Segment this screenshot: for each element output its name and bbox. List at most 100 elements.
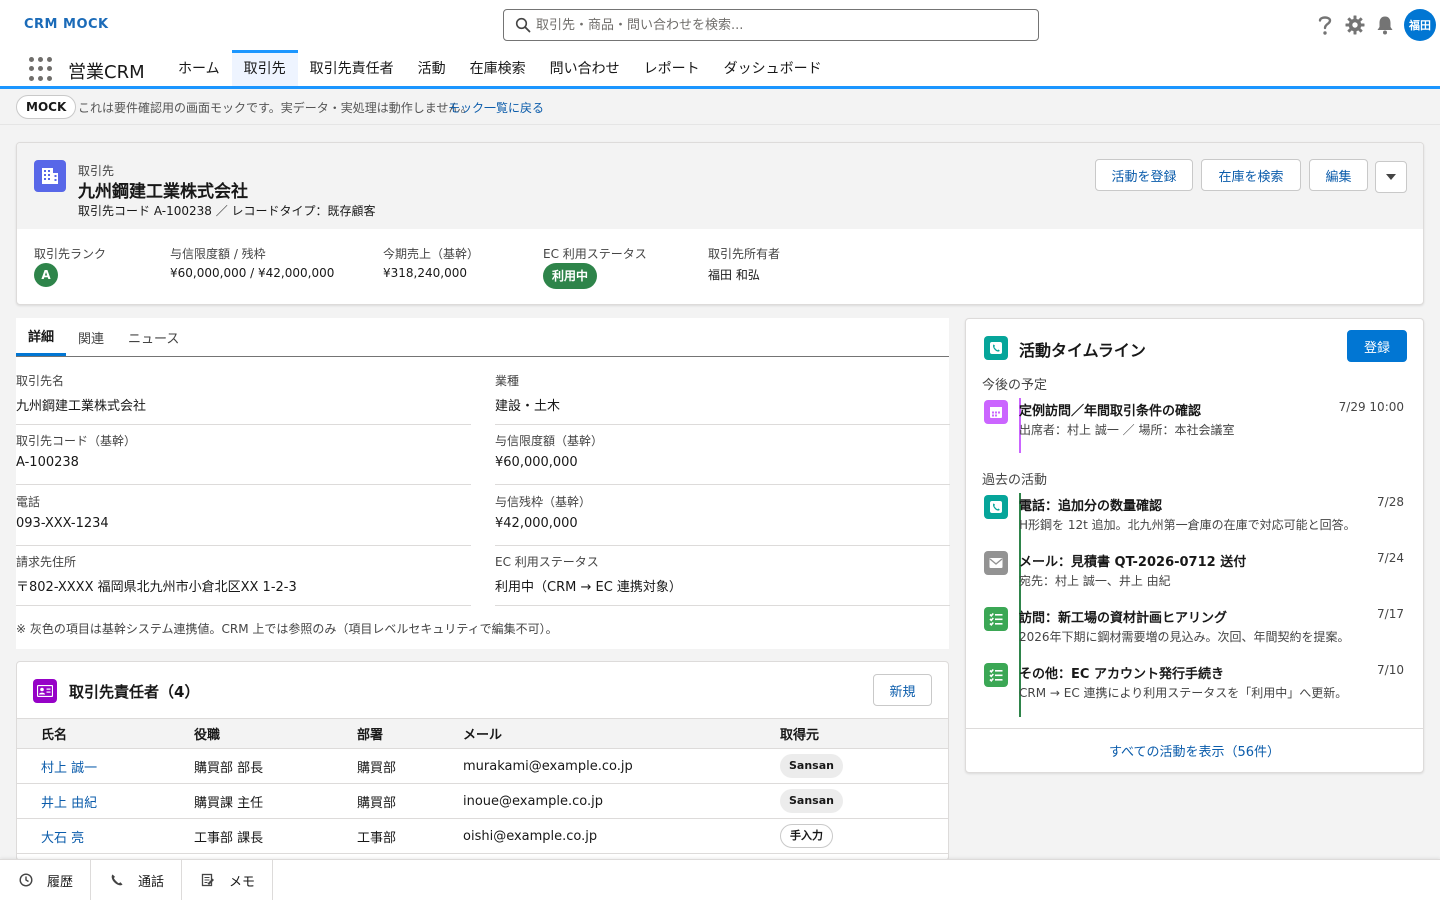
tab-news[interactable]: ニュース <box>116 318 191 356</box>
field-value: 九州鋼建工業株式会社 <box>16 399 147 414</box>
field-account-name: 取引先名 九州鋼建工業株式会社 <box>16 370 471 425</box>
utility-notes[interactable]: メモ <box>182 860 274 900</box>
column-header[interactable]: 役職 <box>170 718 333 749</box>
table-row: 村上 誠一 購買部 部長 購買部 murakami@example.co.jp … <box>17 748 948 784</box>
utility-history[interactable]: 履歴 <box>0 860 92 900</box>
app-name: 営業CRM <box>68 62 145 83</box>
contact-name-link[interactable]: 大石 亮 <box>41 831 84 846</box>
nav-tab-inventory-search[interactable]: 在庫検索 <box>458 50 538 86</box>
detail-tabs: 詳細 関連 ニュース <box>16 318 949 357</box>
source-badge: Sansan <box>780 754 843 778</box>
new-contact-button[interactable]: 新規 <box>873 674 932 706</box>
field-account-code: 取引先コード（基幹） A-100238 <box>16 430 471 485</box>
timeline-footer: すべての活動を表示（56件） <box>966 728 1423 772</box>
timeline-item[interactable]: 訪問：新工場の資材計画ヒアリング 7/17 2026年下期に鋼材需要増の見込み。… <box>982 607 1408 647</box>
nav-tab-contacts[interactable]: 取引先責任者 <box>298 50 406 86</box>
phone-icon <box>984 495 1008 519</box>
account-icon <box>34 160 66 192</box>
column-header[interactable]: 取得元 <box>756 718 948 749</box>
mock-badge: MOCK <box>16 95 77 119</box>
nav-tab-accounts[interactable]: 取引先 <box>231 50 298 86</box>
contact-title: 工事部 課長 <box>170 818 333 854</box>
avatar[interactable]: 福田 <box>1404 9 1436 41</box>
column-header[interactable]: 氏名 <box>17 718 170 749</box>
contact-name-link[interactable]: 村上 誠一 <box>41 761 97 776</box>
note-icon <box>201 873 215 887</box>
nav-tab-dashboards[interactable]: ダッシュボード <box>712 50 834 86</box>
nav-tab-home[interactable]: ホーム <box>166 50 232 86</box>
view-all-activities-link[interactable]: すべての活動を表示（56件） <box>1109 741 1280 760</box>
bell-icon[interactable] <box>1374 13 1396 37</box>
contacts-title: 取引先責任者（4） <box>69 683 200 701</box>
highlight-value: ¥60,000,000 / ¥42,000,000 <box>170 266 335 280</box>
contact-dept: 工事部 <box>333 818 439 854</box>
contact-card-icon <box>33 679 57 703</box>
global-search[interactable] <box>503 9 1039 41</box>
search-inventory-button[interactable]: 在庫を検索 <box>1201 159 1301 191</box>
timeline-item-title: 電話：追加分の数量確認 <box>1019 499 1163 514</box>
utility-label: メモ <box>229 874 256 890</box>
table-row: 井上 由紀 購買課 主任 購買部 inoue@example.co.jp San… <box>17 783 948 819</box>
more-actions-button[interactable] <box>1375 161 1407 193</box>
back-to-mock-list-link[interactable]: モック一覧に戻る <box>448 99 544 116</box>
highlight-value: ¥318,240,000 <box>383 266 467 280</box>
field-label: 取引先名 <box>16 374 65 388</box>
record-header: 取引先 九州鋼建工業株式会社 取引先コード A-100238 ／ レコードタイプ… <box>16 142 1424 305</box>
contact-email: oishi@example.co.jp <box>439 818 756 854</box>
timeline-item-desc: 出席者：村上 誠一 ／ 場所：本社会議室 <box>1019 423 1235 437</box>
brand-logo[interactable]: CRM MOCK <box>24 17 109 32</box>
upcoming-section-label: 今後の予定 <box>982 378 1048 393</box>
timeline-title: 活動タイムライン <box>1019 341 1146 360</box>
utility-label: 通話 <box>138 874 165 890</box>
email-icon <box>984 551 1008 575</box>
field-value: 利用中（CRM → EC 連携対象） <box>495 580 682 595</box>
field-label: 電話 <box>16 495 41 509</box>
column-header[interactable]: 部署 <box>333 718 439 749</box>
column-header[interactable]: メール <box>439 718 756 749</box>
utility-bar: 履歴 通話 メモ <box>0 859 1440 900</box>
app-launcher-icon[interactable] <box>29 57 53 81</box>
edit-button[interactable]: 編集 <box>1309 159 1368 191</box>
record-subtitle: 取引先コード A-100238 ／ レコードタイプ：既存顧客 <box>78 204 376 218</box>
clock-icon <box>19 873 33 887</box>
timeline-item[interactable]: その他：EC アカウント発行手続き 7/10 CRM → EC 連携により利用ス… <box>982 663 1408 703</box>
timeline-item-date: 7/29 10:00 <box>1338 400 1404 414</box>
detail-note: ※ 灰色の項目は基幹システム連携値。CRM 上では参照のみ（項目レベルセキュリテ… <box>16 622 558 636</box>
help-icon[interactable] <box>1314 13 1336 37</box>
nav-tab-reports[interactable]: レポート <box>632 50 712 86</box>
mock-banner-text: これは要件確認用の画面モックです。実データ・実処理は動作しません。 <box>78 101 473 115</box>
timeline-item-title: その他：EC アカウント発行手続き <box>1019 667 1224 682</box>
field-credit-remaining: 与信残枠（基幹） ¥42,000,000 <box>495 491 950 546</box>
field-label: EC 利用ステータス <box>495 555 599 569</box>
field-label: 業種 <box>495 374 520 388</box>
timeline-item[interactable]: 定例訪問／年間取引条件の確認 7/29 10:00 出席者：村上 誠一 ／ 場所… <box>982 400 1408 440</box>
activity-timeline: 活動タイムライン 登録 今後の予定 定例訪問／年間取引条件の確認 7/29 10… <box>965 318 1424 773</box>
contacts-related-list: 取引先責任者（4） 新規 氏名 役職 部署 メール 取得元 村上 誠一 購買部 … <box>16 661 949 861</box>
search-input[interactable] <box>536 10 1031 40</box>
tab-details[interactable]: 詳細 <box>16 318 67 356</box>
contact-dept: 購買部 <box>333 748 439 784</box>
app-navigation: 営業CRM ホーム 取引先 取引先責任者 活動 在庫検索 問い合わせ レポート … <box>0 50 1440 89</box>
field-value: ¥42,000,000 <box>495 516 578 531</box>
timeline-item-date: 7/10 <box>1377 663 1404 677</box>
nav-tab-inquiries[interactable]: 問い合わせ <box>538 50 632 86</box>
timeline-item[interactable]: 電話：追加分の数量確認 7/28 H形鋼を 12t 追加。北九州第一倉庫の在庫で… <box>982 495 1408 535</box>
calendar-icon <box>984 400 1008 424</box>
register-activity-button[interactable]: 登録 <box>1347 330 1407 362</box>
contact-name-link[interactable]: 井上 由紀 <box>41 796 97 811</box>
table-header-row: 氏名 役職 部署 メール 取得元 <box>17 718 948 749</box>
tab-related[interactable]: 関連 <box>66 318 116 356</box>
timeline-item[interactable]: メール：見積書 QT-2026-0712 送付 7/24 宛先：村上 誠一、井上… <box>982 551 1408 591</box>
field-value: A-100238 <box>16 455 79 470</box>
gear-icon[interactable] <box>1344 13 1366 37</box>
table-row: 大石 亮 工事部 課長 工事部 oishi@example.co.jp 手入力 <box>17 818 948 854</box>
status-badge: 利用中 <box>543 263 598 289</box>
timeline-item-desc: 2026年下期に鋼材需要増の見込み。次回、年間契約を提案。 <box>1019 630 1350 644</box>
highlight-value: 福田 和弘 <box>708 268 760 282</box>
field-billing-address: 請求先住所 〒802-XXXX 福岡県北九州市小倉北区XX 1-2-3 <box>16 551 471 606</box>
highlight-account-rank: 取引先ランク A <box>34 245 106 287</box>
log-activity-button[interactable]: 活動を登録 <box>1095 159 1193 191</box>
nav-tab-activities[interactable]: 活動 <box>406 50 458 86</box>
timeline-item-title: メール：見積書 QT-2026-0712 送付 <box>1019 555 1247 570</box>
utility-call[interactable]: 通話 <box>91 860 183 900</box>
